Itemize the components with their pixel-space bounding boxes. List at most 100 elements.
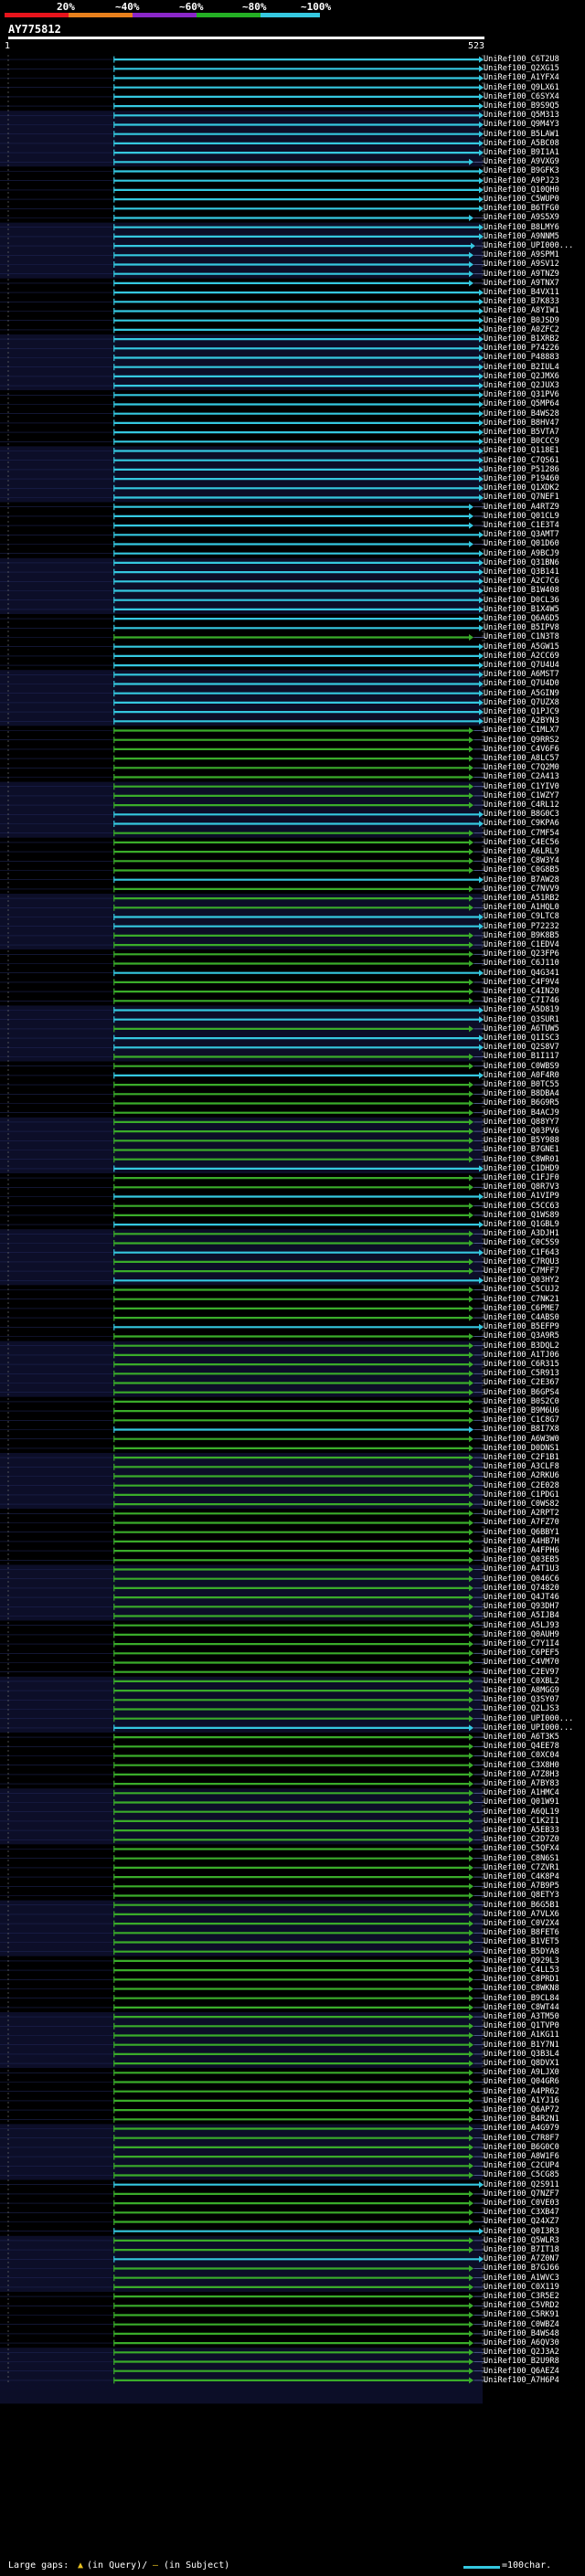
hit-label[interactable]: UniRef100_Q8ETY3	[484, 1891, 584, 1900]
hit-label[interactable]: UniRef100_Q2S8V7	[484, 1043, 584, 1052]
hit-label[interactable]: UniRef100_Q6AEZ4	[484, 2367, 584, 2376]
hit-label[interactable]: UniRef100_B5VTA7	[484, 428, 584, 437]
hit-label[interactable]: UniRef100_A9TNX7	[484, 279, 584, 288]
hit-label[interactable]: UniRef100_A4T1U3	[484, 1564, 584, 1574]
hit-label[interactable]: UniRef100_Q7UZX8	[484, 698, 584, 707]
hit-label[interactable]: UniRef100_C7MF54	[484, 829, 584, 838]
hit-label[interactable]: UniRef100_B6GPS4	[484, 1388, 584, 1397]
hit-label[interactable]: UniRef100_A7Z0N7	[484, 2254, 584, 2263]
hit-label[interactable]: UniRef100_Q8R7V3	[484, 1182, 584, 1192]
hit-label[interactable]: UniRef100_B8LMY6	[484, 223, 584, 232]
hit-label[interactable]: UniRef100_A7Z8H3	[484, 1770, 584, 1779]
hit-label[interactable]: UniRef100_Q03PV6	[484, 1127, 584, 1136]
hit-label[interactable]: UniRef100_A4PR62	[484, 2087, 584, 2096]
hit-label[interactable]: UniRef100_C7ZVR1	[484, 1863, 584, 1872]
hit-label[interactable]: UniRef100_P51286	[484, 465, 584, 474]
hit-label[interactable]: UniRef100_C1DHD9	[484, 1164, 584, 1173]
hit-label[interactable]: UniRef100_B8FET6	[484, 1928, 584, 1937]
hit-label[interactable]: UniRef100_B5EFP9	[484, 1322, 584, 1331]
hit-label[interactable]: UniRef100_Q4G341	[484, 969, 584, 978]
hit-label[interactable]: UniRef100_C4LL53	[484, 1966, 584, 1975]
hit-label[interactable]: UniRef100_C2F1B1	[484, 1453, 584, 1462]
hit-label[interactable]: UniRef100_A6W3W0	[484, 1435, 584, 1444]
hit-label[interactable]: UniRef100_A8LC57	[484, 754, 584, 763]
hit-label[interactable]: UniRef100_Q4JT46	[484, 1593, 584, 1602]
hit-label[interactable]: UniRef100_Q2XG15	[484, 64, 584, 73]
hit-label[interactable]: UniRef100_A7VLX6	[484, 1910, 584, 1919]
hit-label[interactable]: UniRef100_Q7NZF7	[484, 2189, 584, 2199]
hit-label[interactable]: UniRef100_A3TM50	[484, 2012, 584, 2021]
hit-label[interactable]: UniRef100_C5VRD2	[484, 2301, 584, 2310]
hit-label[interactable]: UniRef100_B4R2N1	[484, 2115, 584, 2124]
hit-label[interactable]: UniRef100_C4RL12	[484, 800, 584, 810]
hit-label[interactable]: UniRef100_C2CUP4	[484, 2161, 584, 2170]
hit-label[interactable]: UniRef100_B1I117	[484, 1052, 584, 1061]
hit-label[interactable]: UniRef100_A1YJ16	[484, 2096, 584, 2105]
hit-label[interactable]: UniRef100_Q1PJC9	[484, 707, 584, 716]
hit-label[interactable]: UniRef100_A8W1F6	[484, 2152, 584, 2161]
hit-label[interactable]: UniRef100_UPI000...	[484, 1723, 584, 1733]
hit-label[interactable]: UniRef100_A1HQL0	[484, 903, 584, 912]
hit-label[interactable]: UniRef100_A5EB33	[484, 1826, 584, 1835]
hit-label[interactable]: UniRef100_Q3AMT7	[484, 530, 584, 539]
hit-label[interactable]: UniRef100_A1YFX4	[484, 73, 584, 82]
hit-label[interactable]: UniRef100_C0XC04	[484, 1751, 584, 1760]
hit-label[interactable]: UniRef100_Q31PV6	[484, 390, 584, 399]
hit-label[interactable]: UniRef100_C1EDV4	[484, 940, 584, 949]
hit-label[interactable]: UniRef100_A1TJ06	[484, 1351, 584, 1360]
hit-label[interactable]: UniRef100_C5CC63	[484, 1202, 584, 1211]
hit-label[interactable]: UniRef100_C5R913	[484, 1369, 584, 1378]
hit-label[interactable]: UniRef100_Q2JUX3	[484, 381, 584, 390]
hit-label[interactable]: UniRef100_Q2J3A2	[484, 2348, 584, 2357]
hit-label[interactable]: UniRef100_Q6A6D5	[484, 614, 584, 623]
hit-label[interactable]: UniRef100_B6G9R5	[484, 1098, 584, 1108]
hit-label[interactable]: UniRef100_C7RQU3	[484, 1257, 584, 1267]
hit-label[interactable]: UniRef100_C3X8H0	[484, 1761, 584, 1770]
hit-label[interactable]: UniRef100_Q93DH7	[484, 1602, 584, 1611]
hit-label[interactable]: UniRef100_C5QFX4	[484, 1844, 584, 1853]
hit-label[interactable]: UniRef100_C3XB47	[484, 2208, 584, 2217]
hit-label[interactable]: UniRef100_A2CC69	[484, 652, 584, 661]
hit-label[interactable]: UniRef100_C0X119	[484, 2283, 584, 2292]
hit-label[interactable]: UniRef100_A2BYN3	[484, 716, 584, 726]
hit-label[interactable]: UniRef100_C0C5S9	[484, 1238, 584, 1247]
hit-label[interactable]: UniRef100_Q9M4Y3	[484, 120, 584, 129]
hit-label[interactable]: UniRef100_B1Y7N1	[484, 2041, 584, 2050]
hit-label[interactable]: UniRef100_A6T3K5	[484, 1733, 584, 1742]
hit-label[interactable]: UniRef100_Q8DVX1	[484, 2059, 584, 2068]
hit-label[interactable]: UniRef100_C5CG85	[484, 2170, 584, 2179]
hit-label[interactable]: UniRef100_A7H6P4	[484, 2376, 584, 2385]
hit-label[interactable]: UniRef100_C4ABS0	[484, 1313, 584, 1322]
hit-label[interactable]: UniRef100_C7Q2M0	[484, 763, 584, 772]
hit-label[interactable]: UniRef100_C8PRD1	[484, 1975, 584, 1984]
hit-label[interactable]: UniRef100_Q01W91	[484, 1797, 584, 1807]
hit-label[interactable]: UniRef100_B0CCC9	[484, 437, 584, 446]
hit-label[interactable]: UniRef100_P19460	[484, 474, 584, 483]
hit-label[interactable]: UniRef100_C1N3T8	[484, 632, 584, 641]
hit-label[interactable]: UniRef100_Q5MP64	[484, 399, 584, 408]
hit-label[interactable]: UniRef100_C1WZY7	[484, 791, 584, 800]
hit-label[interactable]: UniRef100_C8WR01	[484, 1155, 584, 1164]
hit-label[interactable]: UniRef100_A5GW15	[484, 642, 584, 652]
hit-label[interactable]: UniRef100_C5RK91	[484, 2310, 584, 2319]
hit-label[interactable]: UniRef100_B5LAW1	[484, 130, 584, 139]
hit-label[interactable]: UniRef100_C5CUJ2	[484, 1285, 584, 1294]
hit-label[interactable]: UniRef100_A6LRL9	[484, 847, 584, 856]
hit-label[interactable]: UniRef100_B9I1A1	[484, 148, 584, 157]
hit-label[interactable]: UniRef100_Q5WLR3	[484, 2236, 584, 2245]
hit-label[interactable]: UniRef100_A6MST7	[484, 670, 584, 679]
hit-label[interactable]: UniRef100_A5IJB4	[484, 1611, 584, 1620]
hit-label[interactable]: UniRef100_C0G8B5	[484, 865, 584, 875]
hit-label[interactable]: UniRef100_Q03EB5	[484, 1555, 584, 1564]
hit-label[interactable]: UniRef100_A3CLF8	[484, 1462, 584, 1471]
hit-label[interactable]: UniRef100_C2E367	[484, 1378, 584, 1387]
hit-label[interactable]: UniRef100_B8DBA4	[484, 1089, 584, 1098]
hit-label[interactable]: UniRef100_A1WVC3	[484, 2274, 584, 2283]
hit-label[interactable]: UniRef100_Q3B3L4	[484, 2050, 584, 2059]
hit-label[interactable]: UniRef100_Q9RRS2	[484, 736, 584, 745]
hit-label[interactable]: UniRef100_Q23FP6	[484, 949, 584, 959]
hit-label[interactable]: UniRef100_Q7NEF1	[484, 493, 584, 502]
hit-label[interactable]: UniRef100_A4FPH6	[484, 1546, 584, 1555]
hit-label[interactable]: UniRef100_Q9LX61	[484, 83, 584, 92]
hit-label[interactable]: UniRef100_A6TUW5	[484, 1024, 584, 1034]
